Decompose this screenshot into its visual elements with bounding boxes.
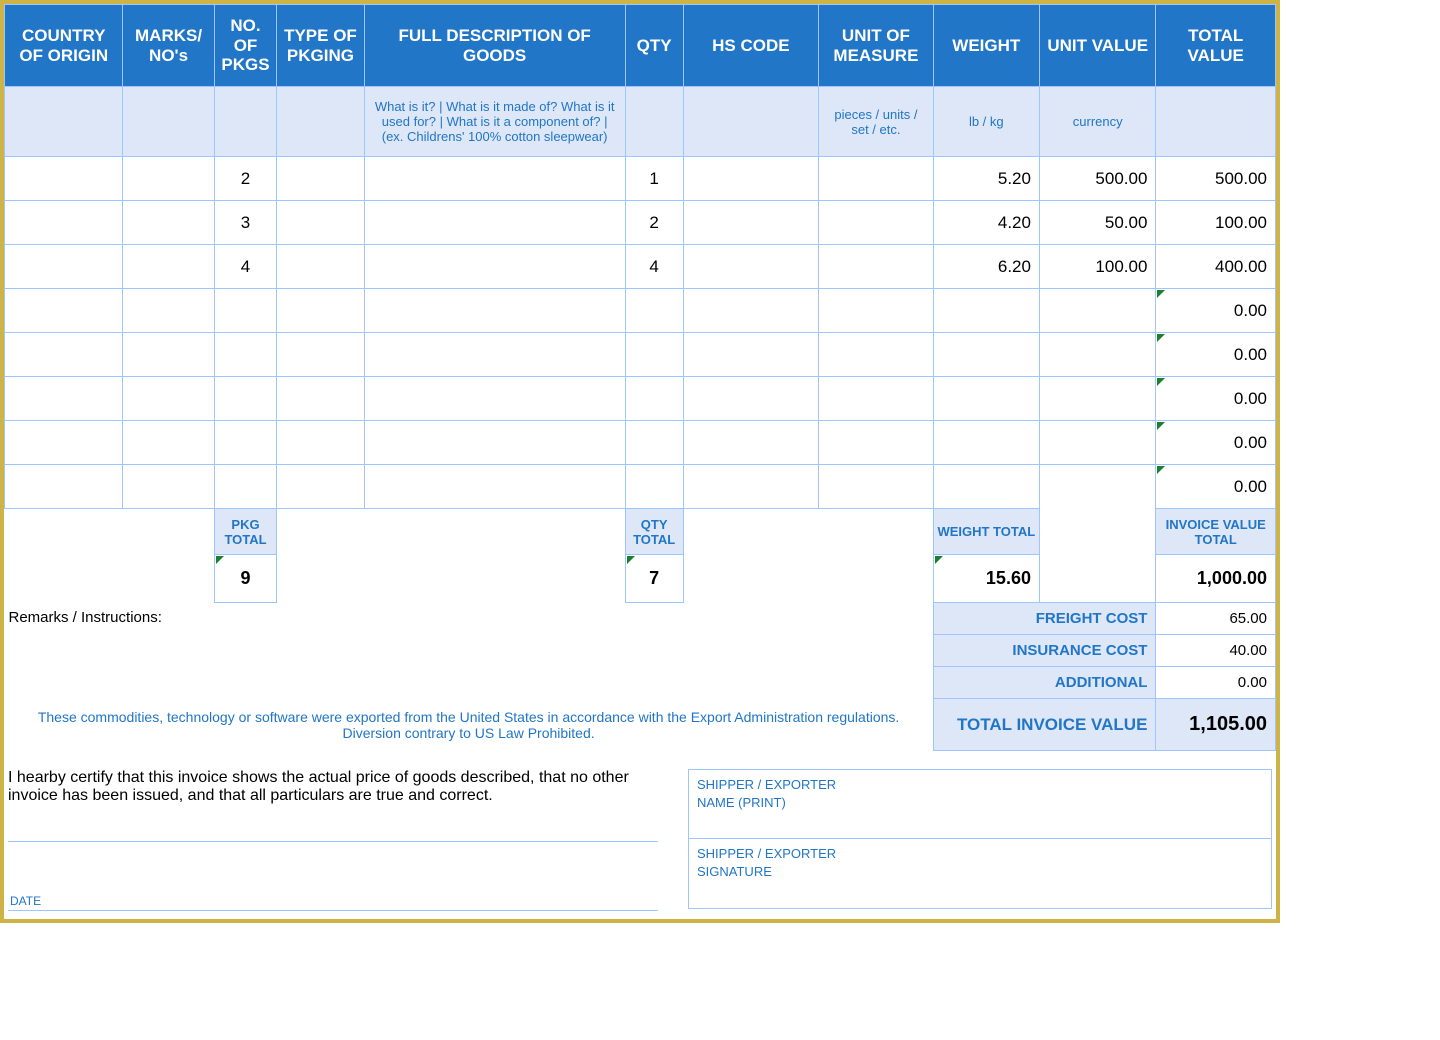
col-pkgs: NO. OF PKGS — [214, 5, 277, 87]
qty-total-label: QTY TOTAL — [625, 509, 683, 555]
table-row[interactable]: 3 2 4.20 50.00 100.00 — [5, 201, 1276, 245]
col-hscode: HS CODE — [683, 5, 819, 87]
additional-cost[interactable]: 0.00 — [1156, 667, 1276, 699]
shipper-signature-field[interactable]: SHIPPER / EXPORTER SIGNATURE — [688, 839, 1272, 909]
invoice-total-label: INVOICE VALUE TOTAL — [1156, 509, 1276, 555]
export-disclaimer: These commodities, technology or softwar… — [5, 699, 934, 751]
invoice-total: 1,000.00 — [1156, 555, 1276, 603]
hint-unitval: currency — [1039, 87, 1155, 157]
hint-desc: What is it? | What is it made of? What i… — [364, 87, 625, 157]
col-weight: WEIGHT — [933, 5, 1039, 87]
invoice-form: COUNTRY OF ORIGIN MARKS/ NO's NO. OF PKG… — [0, 0, 1280, 923]
remarks-label: Remarks / Instructions: — [5, 603, 934, 699]
table-row[interactable]: 0.00 — [5, 465, 1276, 509]
signature-area: I hearby certify that this invoice shows… — [4, 751, 1276, 919]
goods-table: COUNTRY OF ORIGIN MARKS/ NO's NO. OF PKG… — [4, 4, 1276, 751]
col-qty: QTY — [625, 5, 683, 87]
col-marks: MARKS/ NO's — [123, 5, 214, 87]
certification-text: I hearby certify that this invoice shows… — [8, 769, 658, 841]
total-invoice-value: 1,105.00 — [1156, 699, 1276, 751]
table-row[interactable]: 0.00 — [5, 289, 1276, 333]
pkg-total: 9 — [214, 555, 277, 603]
col-unitval: UNIT VALUE — [1039, 5, 1155, 87]
freight-cost[interactable]: 65.00 — [1156, 603, 1276, 635]
table-row[interactable]: 2 1 5.20 500.00 500.00 — [5, 157, 1276, 201]
shipper-name-field[interactable]: SHIPPER / EXPORTER NAME (PRINT) — [688, 769, 1272, 839]
col-totalval: TOTAL VALUE — [1156, 5, 1276, 87]
col-desc: FULL DESCRIPTION OF GOODS — [364, 5, 625, 87]
table-header-row: COUNTRY OF ORIGIN MARKS/ NO's NO. OF PKG… — [5, 5, 1276, 87]
col-uom: UNIT OF MEASURE — [819, 5, 933, 87]
hint-weight: lb / kg — [933, 87, 1039, 157]
weight-total-label: WEIGHT TOTAL — [933, 509, 1039, 555]
weight-total: 15.60 — [933, 555, 1039, 603]
table-row[interactable]: 0.00 — [5, 421, 1276, 465]
col-country: COUNTRY OF ORIGIN — [5, 5, 123, 87]
freight-cost-label: FREIGHT COST — [933, 603, 1156, 635]
table-row[interactable]: 0.00 — [5, 333, 1276, 377]
qty-total: 7 — [625, 555, 683, 603]
hint-row: What is it? | What is it made of? What i… — [5, 87, 1276, 157]
date-field[interactable]: DATE — [8, 841, 658, 911]
insurance-cost[interactable]: 40.00 — [1156, 635, 1276, 667]
total-invoice-label: TOTAL INVOICE VALUE — [933, 699, 1156, 751]
hint-uom: pieces / units / set / etc. — [819, 87, 933, 157]
table-row[interactable]: 4 4 6.20 100.00 400.00 — [5, 245, 1276, 289]
pkg-total-label: PKG TOTAL — [214, 509, 277, 555]
col-pkging: TYPE OF PKGING — [277, 5, 364, 87]
table-row[interactable]: 0.00 — [5, 377, 1276, 421]
additional-label: ADDITIONAL — [933, 667, 1156, 699]
insurance-cost-label: INSURANCE COST — [933, 635, 1156, 667]
